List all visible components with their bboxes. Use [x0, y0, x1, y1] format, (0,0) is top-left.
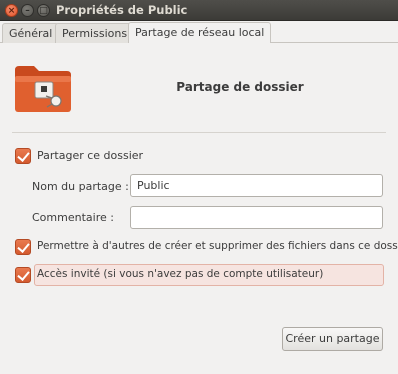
divider: [12, 132, 386, 133]
share-name-label: Nom du partage :: [32, 180, 129, 193]
share-name-input[interactable]: Public: [130, 174, 383, 197]
window-title: Propriétés de Public: [56, 3, 188, 17]
guest-access-label: Accès invité (si vous n'avez pas de comp…: [37, 268, 324, 280]
close-icon[interactable]: ×: [5, 4, 18, 17]
allow-others-checkbox[interactable]: [15, 239, 31, 255]
comment-input[interactable]: [130, 206, 383, 229]
share-folder-label: Partager ce dossier: [37, 149, 144, 162]
tab-bar: Général Permissions Partage de réseau lo…: [0, 21, 398, 43]
section-title: Partage de dossier: [176, 80, 304, 94]
folder-share-icon: [15, 66, 71, 112]
tab-permissions[interactable]: Permissions: [55, 23, 135, 43]
tab-local-network-share[interactable]: Partage de réseau local: [128, 22, 272, 43]
guest-access-checkbox[interactable]: [15, 267, 31, 283]
share-folder-checkbox[interactable]: [15, 148, 31, 164]
create-share-button[interactable]: Créer un partage: [282, 327, 383, 351]
minimize-icon[interactable]: –: [21, 4, 34, 17]
allow-others-label: Permettre à d'autres de créer et supprim…: [37, 240, 398, 252]
tab-general[interactable]: Général: [2, 23, 60, 43]
maximize-icon[interactable]: □: [37, 4, 50, 17]
comment-label: Commentaire :: [32, 211, 114, 224]
title-bar: × – □ Propriétés de Public: [0, 0, 398, 21]
